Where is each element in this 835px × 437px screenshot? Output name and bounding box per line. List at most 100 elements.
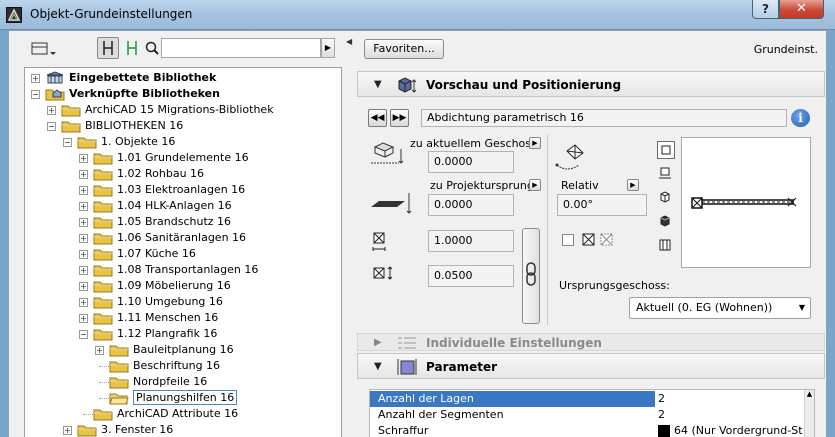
tree-item[interactable]: − BIBLIOTHEKEN 16 (25, 118, 341, 134)
tree-item[interactable]: +1.07 Küche 16 (25, 246, 341, 262)
expanded-triangle-icon: ▼ (374, 361, 382, 372)
size-b-field[interactable]: 0.0500 (428, 265, 514, 287)
expand-icon[interactable]: + (63, 426, 72, 435)
parameter-value[interactable]: 2 (658, 408, 665, 421)
collapsed-triangle-icon: ▶ (374, 337, 382, 348)
parameter-row[interactable]: Anzahl der Lagen 2 (370, 391, 806, 407)
section-view-button[interactable] (657, 165, 675, 183)
parameter-row[interactable]: Anzahl der Segmenten 2 (370, 407, 806, 423)
tree-item-label: 1.06 Sanitäranlagen 16 (117, 231, 247, 244)
parameter-value[interactable]: 2 (655, 391, 806, 407)
tree-item[interactable]: +1.02 Rohbau 16 (25, 166, 341, 182)
tree-item[interactable]: +1.05 Brandschutz 16 (25, 214, 341, 230)
project-zero-icon (369, 191, 413, 220)
tree-item[interactable]: +1.11 Menschen 16 (25, 310, 341, 326)
previous-object-button[interactable]: ◀◀ (368, 109, 387, 127)
section-preview-header[interactable]: ▼ Vorschau und Positionierung (357, 71, 825, 97)
3d-view-button[interactable] (657, 213, 675, 231)
tree-item[interactable]: Beschriftung 16 (25, 358, 341, 374)
tree-item[interactable]: + Bauleitplanung 16 (25, 342, 341, 358)
expand-icon[interactable]: + (79, 234, 88, 243)
parameter-table[interactable]: Schraffur 64 (Nur Vordergrund-St Anzahl de… (369, 389, 815, 437)
expand-icon[interactable]: + (79, 250, 88, 259)
expand-icon[interactable]: + (95, 346, 104, 355)
folder-icon (93, 215, 113, 229)
green-chair-icon (127, 41, 137, 55)
parameter-row[interactable]: Schraffur 64 (Nur Vordergrund-St (370, 423, 806, 437)
elevation-view-button[interactable] (657, 237, 675, 255)
size-a-field[interactable]: 1.0000 (428, 230, 514, 252)
tree-item[interactable]: + Eingebettete Bibliothek (25, 70, 341, 86)
height-icon (372, 265, 400, 284)
tree-item[interactable]: Nordpfeile 16 (25, 374, 341, 390)
floor-plan-view-button[interactable] (657, 141, 675, 159)
search-go-button[interactable]: ▶ (321, 38, 335, 58)
collapse-arrow-icon[interactable]: ◀ (346, 37, 352, 46)
collapse-icon[interactable]: − (63, 138, 72, 147)
expand-icon[interactable]: + (31, 74, 40, 83)
help-button[interactable]: ? (752, 0, 779, 19)
folder-icon (93, 199, 113, 213)
tree-item[interactable]: − Verknüpfte Bibliotheken (25, 86, 341, 102)
green-object-button[interactable] (121, 37, 143, 59)
tree-item[interactable]: − 1. Objekte 16 (25, 134, 341, 150)
favorites-button[interactable]: Favoriten... (364, 39, 444, 59)
chain-lock-button[interactable] (522, 228, 540, 324)
section-parameter-header[interactable]: ▼ Parameter (357, 353, 825, 379)
expand-icon[interactable]: + (79, 170, 88, 179)
collapse-icon[interactable]: − (47, 122, 56, 131)
parameter-name: Anzahl der Lagen (378, 392, 474, 405)
parameter-value[interactable]: 64 (Nur Vordergrund-St (674, 424, 803, 437)
mirror-checkbox[interactable] (562, 234, 574, 246)
search-input[interactable] (161, 38, 321, 58)
projektursprung-dropdown-arrow-icon[interactable]: ▶ (529, 179, 541, 191)
object-name-field[interactable]: Abdichtung parametrisch 16 (421, 109, 787, 127)
tree-item[interactable]: + ArchiCAD 15 Migrations-Bibliothek (25, 102, 341, 118)
section-individual-header[interactable]: ▶ Individuelle Einstellungen (357, 333, 825, 351)
close-button[interactable]: ✕ (779, 0, 824, 19)
info-button[interactable]: i (791, 109, 810, 127)
parameter-name: Schraffur (378, 424, 429, 437)
parameter-scrollbar[interactable]: ▲ (804, 390, 814, 437)
library-tree[interactable]: + Eingebettete Bibliothek − Verknüpfte Bibl… (24, 67, 342, 437)
tree-item[interactable]: +1.08 Transportanlagen 16 (25, 262, 341, 278)
folder-icon (109, 359, 129, 373)
expand-icon[interactable]: + (79, 202, 88, 211)
geschoss-dropdown-arrow-icon[interactable]: ▶ (529, 137, 541, 149)
next-object-button[interactable]: ▶▶ (390, 109, 409, 127)
ursprungsgeschoss-dropdown[interactable]: Aktuell (0. EG (Wohnen)) ▼ (629, 297, 811, 319)
relativ-dropdown-arrow-icon[interactable]: ▶ (627, 179, 639, 191)
axonometry-view-button[interactable] (657, 189, 675, 207)
tree-item[interactable]: +1.10 Umgebung 16 (25, 294, 341, 310)
tree-item[interactable]: +1.04 HLK-Anlagen 16 (25, 198, 341, 214)
tree-item[interactable]: − 1.12 Plangrafik 16 (25, 326, 341, 342)
rotation-angle-field[interactable]: 0.00° (557, 194, 647, 216)
collapse-icon[interactable]: − (79, 330, 88, 339)
tree-item[interactable]: Planungshilfen 16 (25, 390, 341, 406)
expand-icon[interactable]: + (79, 314, 88, 323)
projektursprung-offset-field[interactable]: 0.0000 (428, 194, 514, 216)
tree-item[interactable]: ArchiCAD Attribute 16 (25, 406, 341, 422)
tree-item-label: 1.01 Grundelemente 16 (117, 151, 249, 164)
expand-icon[interactable]: + (79, 154, 88, 163)
search-button[interactable] (141, 37, 163, 59)
geschoss-offset-field[interactable]: 0.0000 (428, 151, 514, 173)
tree-view-button[interactable] (97, 37, 119, 59)
tree-item[interactable]: +1.06 Sanitäranlagen 16 (25, 230, 341, 246)
tree-item[interactable]: +1.03 Elektroanlagen 16 (25, 182, 341, 198)
view-mode-dropdown[interactable] (27, 37, 57, 59)
tree-item-label: 1.07 Küche 16 (117, 247, 196, 260)
tree-item-label: 1.03 Elektroanlagen 16 (117, 183, 246, 196)
section-preview-title: Vorschau und Positionierung (426, 78, 622, 92)
tree-item-label: 1.10 Umgebung 16 (117, 295, 223, 308)
expand-icon[interactable]: + (79, 298, 88, 307)
tree-item[interactable]: +1.01 Grundelemente 16 (25, 150, 341, 166)
expand-icon[interactable]: + (79, 218, 88, 227)
expand-icon[interactable]: + (79, 266, 88, 275)
tree-item[interactable]: +3. Fenster 16 (25, 422, 341, 437)
collapse-icon[interactable]: − (31, 90, 40, 99)
expand-icon[interactable]: + (79, 186, 88, 195)
expand-icon[interactable]: + (79, 282, 88, 291)
tree-item[interactable]: +1.09 Möbelierung 16 (25, 278, 341, 294)
expand-icon[interactable]: + (47, 106, 56, 115)
